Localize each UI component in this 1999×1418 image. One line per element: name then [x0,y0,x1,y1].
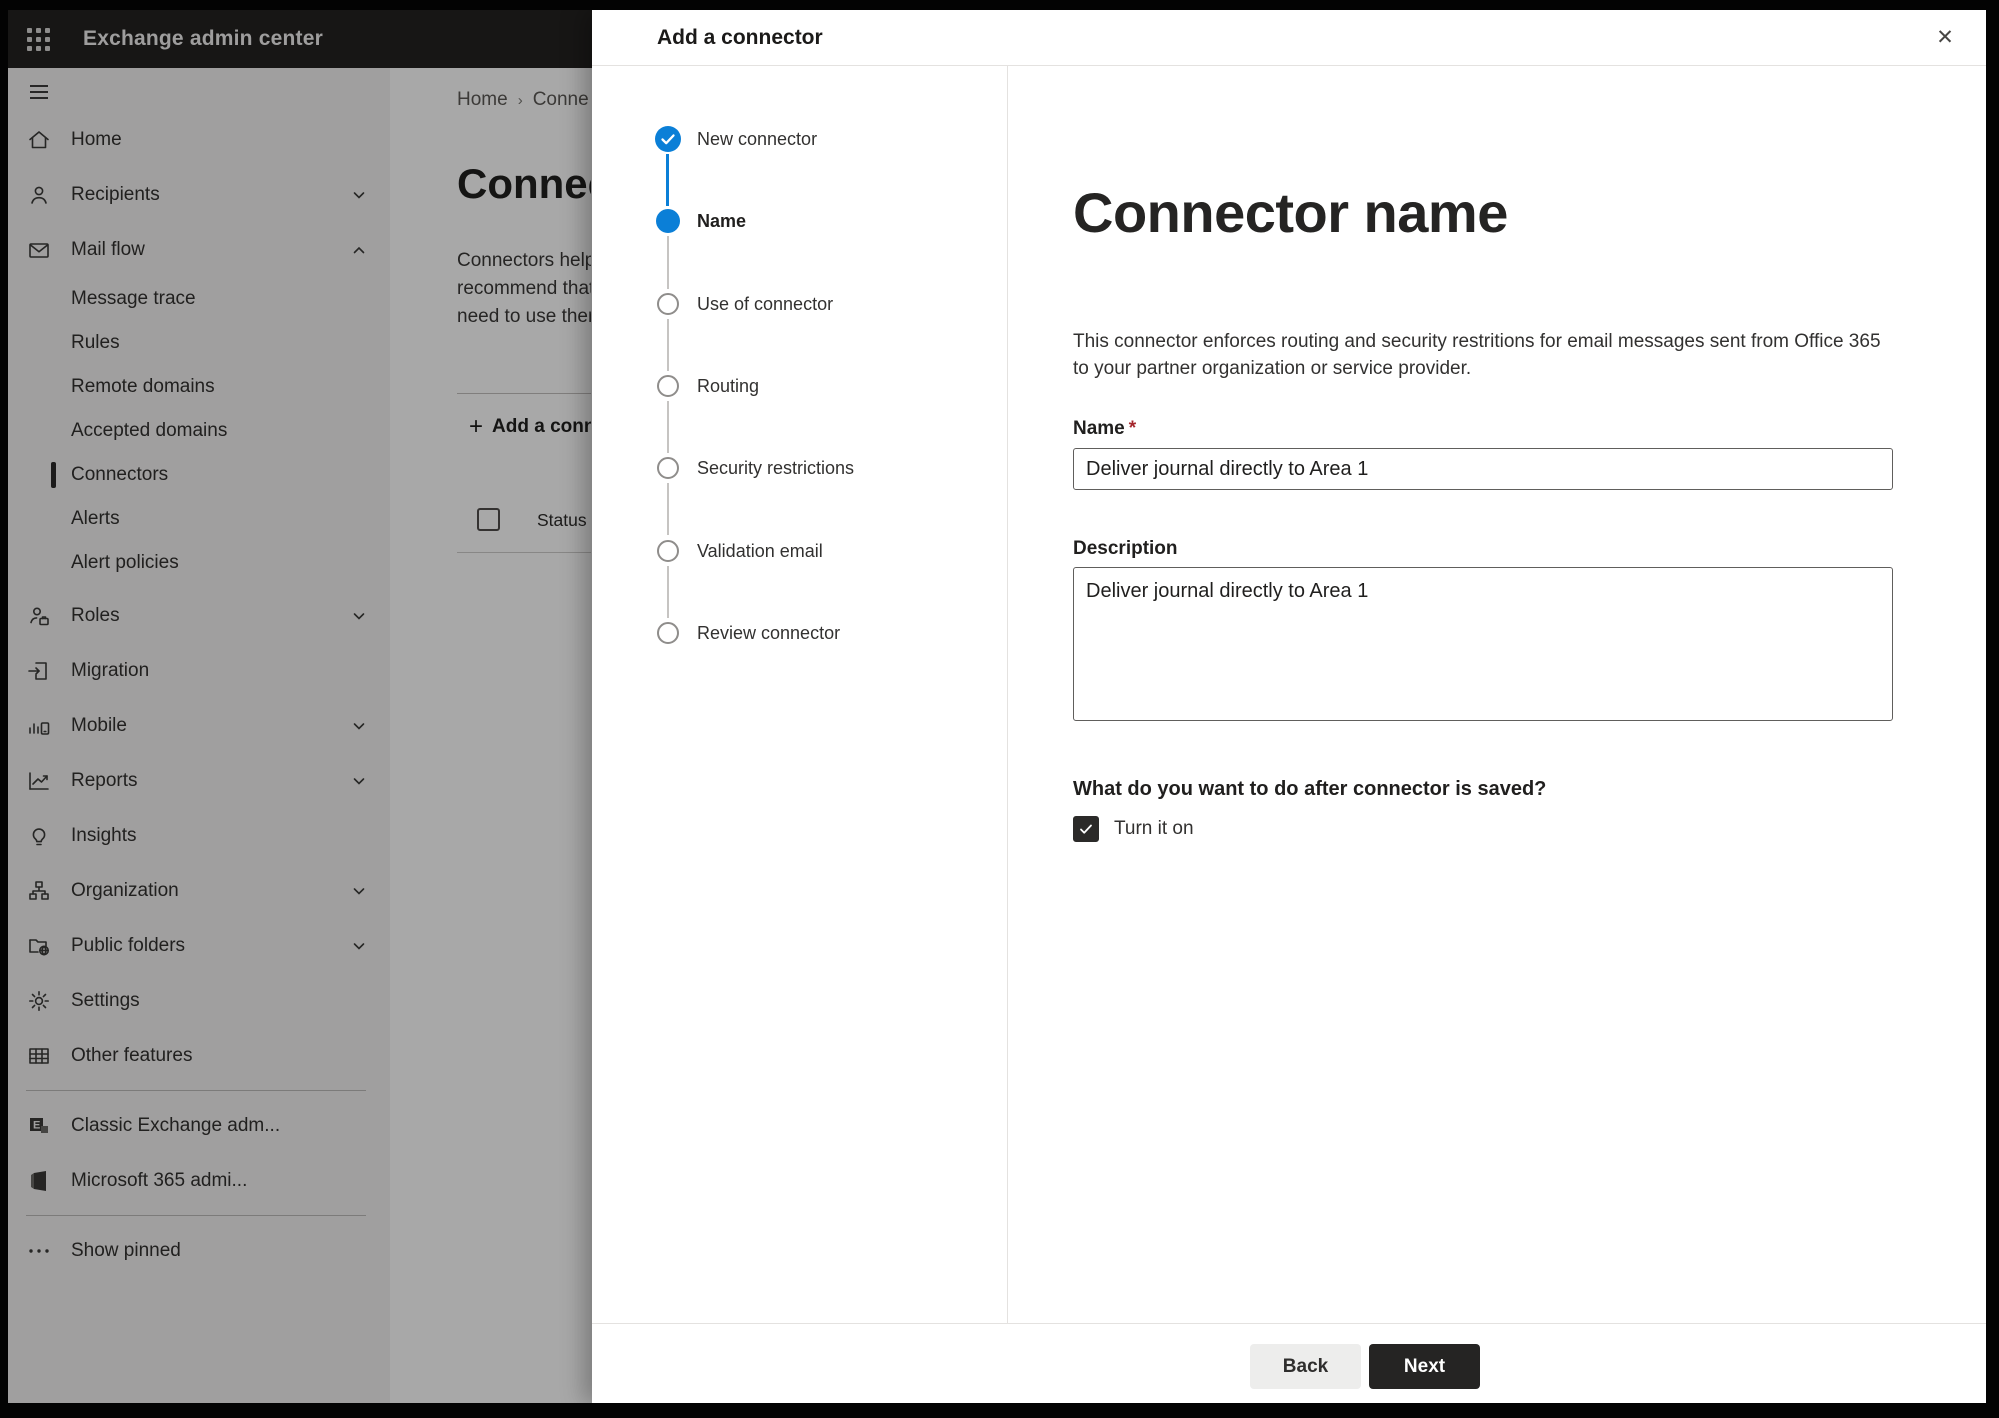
step-connector-line [667,483,669,536]
step-upcoming-icon [657,374,679,397]
step-connector-line [667,318,669,371]
step-label-security-restrictions: Security restrictions [697,458,855,479]
app-window: Exchange admin center Home Recipients Mail… [8,10,1986,1403]
name-field-label: Name * [1073,418,1137,439]
turn-it-on-checkbox[interactable]: Turn it on [1073,816,1194,842]
step-connector-line [667,236,669,289]
next-button[interactable]: Next [1369,1344,1480,1389]
page-description: This connector enforces routing and secu… [1073,331,1881,379]
close-icon[interactable]: ✕ [1926,18,1964,56]
step-connector-line [666,154,669,207]
dialog-content: Connector name This connector enforces r… [1008,66,1986,1323]
step-connector-line [667,565,669,618]
dialog-title: Add a connector [657,26,823,49]
step-label-validation-email: Validation email [697,540,823,561]
step-label-review-connector: Review connector [697,622,841,643]
step-label-name: Name [697,211,747,232]
step-upcoming-icon [657,457,679,480]
description-textarea[interactable]: Deliver journal directly to Area 1 [1073,567,1893,721]
checkbox-checked-icon [1073,816,1099,842]
page-title: Connector name [1073,181,1508,244]
name-input[interactable] [1073,448,1893,490]
checkbox-label: Turn it on [1114,818,1194,839]
step-upcoming-icon [657,539,679,562]
step-upcoming-icon [657,292,679,315]
back-button[interactable]: Back [1250,1344,1361,1389]
wizard-stepper: New connector Name Use of connector Routing… [592,66,1008,1323]
required-asterisk: * [1128,418,1137,439]
step-current-icon [656,209,680,234]
description-field-label: Description [1073,538,1178,559]
step-completed-icon [655,126,681,152]
step-label-routing: Routing [697,375,760,396]
dialog-footer: Back Next [592,1323,1986,1403]
dialog-header: Add a connector ✕ [592,10,1986,66]
step-upcoming-icon [657,621,679,644]
step-connector-line [667,400,669,454]
step-label-use-of-connector: Use of connector [697,293,834,314]
after-save-question: What do you want to do after connector i… [1073,778,1547,800]
step-label-new-connector: New connector [697,129,818,149]
add-connector-dialog: Add a connector ✕ New connector Name Use o… [592,10,1986,1403]
